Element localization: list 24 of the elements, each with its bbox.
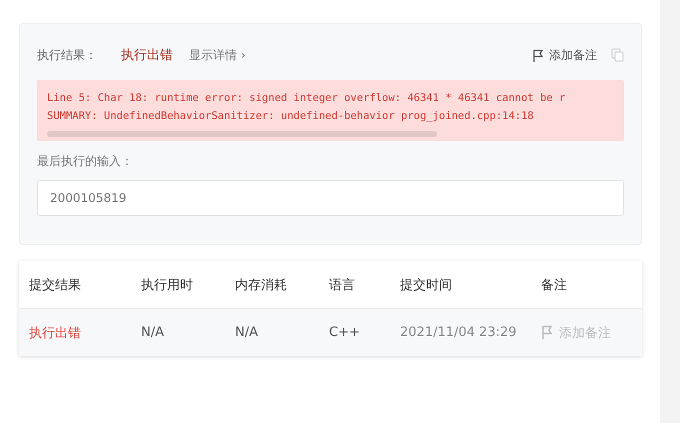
copy-icon[interactable] bbox=[611, 48, 624, 62]
column-header: 备注 bbox=[540, 276, 568, 294]
details-link[interactable]: 显示详情 › bbox=[189, 46, 246, 64]
last-input-label: 最后执行的输入： bbox=[37, 153, 134, 170]
add-note-button[interactable]: 添加备注 bbox=[532, 46, 597, 64]
column-header: 提交结果 bbox=[28, 276, 82, 294]
flag-icon bbox=[541, 325, 553, 340]
time-cell-text: 2021/11/04 23:29 bbox=[399, 325, 518, 340]
memory-cell-text: N/A bbox=[234, 325, 259, 340]
column-header: 执行用时 bbox=[140, 276, 194, 294]
status-cell-text: 执行出错 bbox=[28, 324, 82, 342]
error-line: SUMMARY: UndefinedBehaviorSanitizer: undefined-behavior prog_joined.cpp:14:18 bbox=[47, 109, 535, 124]
result-label: 执行结果： bbox=[37, 46, 98, 64]
column-header: 语言 bbox=[328, 276, 356, 294]
column-header: 提交时间 bbox=[399, 276, 453, 294]
language-cell-text: C++ bbox=[328, 325, 361, 340]
column-header: 内存消耗 bbox=[234, 276, 288, 294]
last-input-field: 2000105819 bbox=[37, 180, 624, 216]
scrollbar-thumb[interactable] bbox=[47, 131, 437, 137]
flag-icon bbox=[532, 48, 544, 62]
runtime-cell-text: N/A bbox=[140, 325, 165, 340]
table-row[interactable]: 执行出错 N/A N/A C++ 2021/11/04 23:29 添加备注 bbox=[19, 309, 642, 356]
result-status: 执行出错 bbox=[121, 47, 173, 64]
error-line: Line 5: Char 18: runtime error: signed integer overflow: 46341 * 46341 cannot be r bbox=[47, 91, 566, 106]
